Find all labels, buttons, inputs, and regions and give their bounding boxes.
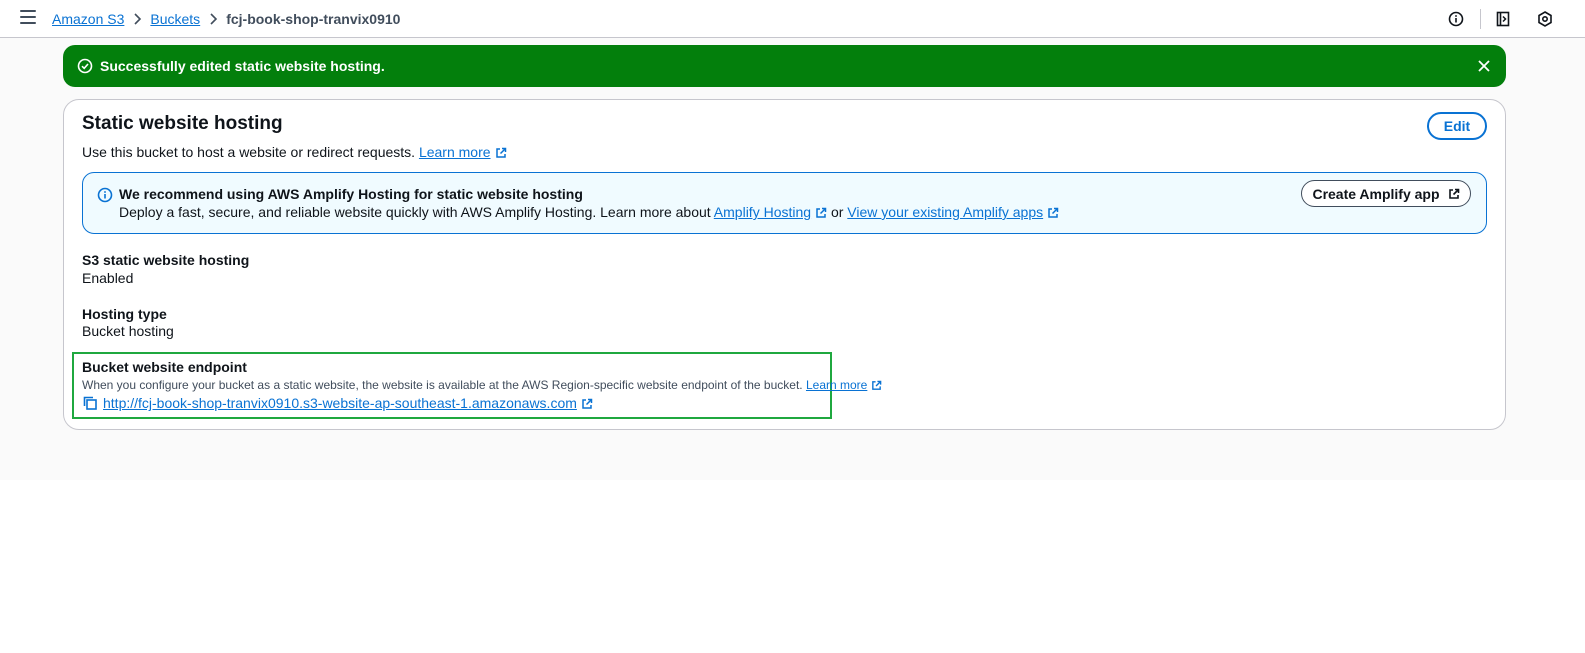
- breadcrumb-amazon-s3[interactable]: Amazon S3: [52, 11, 124, 27]
- external-link-icon: [816, 207, 827, 218]
- notes-icon[interactable]: [1493, 9, 1513, 29]
- endpoint-description: When you configure your bucket as a stat…: [82, 378, 882, 392]
- chevron-right-icon: [124, 12, 150, 26]
- endpoint-url-link[interactable]: http://fcj-book-shop-tranvix0910.s3-webs…: [103, 395, 593, 411]
- hosting-type-value: Bucket hosting: [82, 323, 174, 339]
- breadcrumb-buckets[interactable]: Buckets: [150, 11, 200, 27]
- external-link-icon: [1048, 207, 1059, 218]
- hosting-status-value: Enabled: [82, 270, 134, 286]
- panel-description: Use this bucket to host a website or red…: [82, 144, 507, 160]
- success-flashbar: Successfully edited static website hosti…: [63, 45, 1506, 87]
- endpoint-url-row: http://fcj-book-shop-tranvix0910.s3-webs…: [82, 395, 593, 411]
- flash-message: Successfully edited static website hosti…: [100, 58, 385, 74]
- create-amplify-app-button[interactable]: Create Amplify app: [1301, 180, 1471, 207]
- copy-icon[interactable]: [82, 395, 98, 411]
- static-website-hosting-panel: Static website hosting Use this bucket t…: [63, 99, 1506, 430]
- learn-more-link[interactable]: Learn more: [419, 144, 507, 160]
- hosting-status-label: S3 static website hosting: [82, 252, 250, 268]
- endpoint-learn-more-link[interactable]: Learn more: [806, 378, 882, 392]
- info-body: Deploy a fast, secure, and reliable webs…: [119, 204, 1059, 220]
- top-icons: [1446, 9, 1555, 29]
- external-link-icon: [1448, 188, 1459, 199]
- info-icon[interactable]: [1446, 9, 1466, 29]
- top-navigation: Amazon S3 Buckets fcj-book-shop-tranvix0…: [0, 0, 1585, 38]
- endpoint-label: Bucket website endpoint: [82, 359, 247, 375]
- edit-button[interactable]: Edit: [1427, 112, 1487, 140]
- amplify-hosting-link[interactable]: Amplify Hosting: [714, 204, 827, 220]
- check-circle-icon: [77, 58, 93, 74]
- hosting-type-label: Hosting type: [82, 306, 167, 322]
- external-link-icon: [495, 147, 506, 158]
- info-icon: [97, 187, 113, 203]
- external-link-icon: [872, 380, 882, 390]
- panel-title: Static website hosting: [82, 113, 283, 134]
- external-link-icon: [582, 398, 593, 409]
- close-icon[interactable]: [1476, 58, 1492, 74]
- divider: [1480, 9, 1481, 29]
- view-amplify-apps-link[interactable]: View your existing Amplify apps: [847, 204, 1059, 220]
- amplify-info-alert: We recommend using AWS Amplify Hosting f…: [82, 172, 1487, 234]
- breadcrumb: Amazon S3 Buckets fcj-book-shop-tranvix0…: [52, 0, 400, 37]
- settings-hexagon-icon[interactable]: [1535, 9, 1555, 29]
- chevron-right-icon: [200, 12, 226, 26]
- menu-icon[interactable]: [20, 10, 36, 26]
- breadcrumb-current: fcj-book-shop-tranvix0910: [226, 10, 401, 27]
- info-title: We recommend using AWS Amplify Hosting f…: [119, 186, 583, 202]
